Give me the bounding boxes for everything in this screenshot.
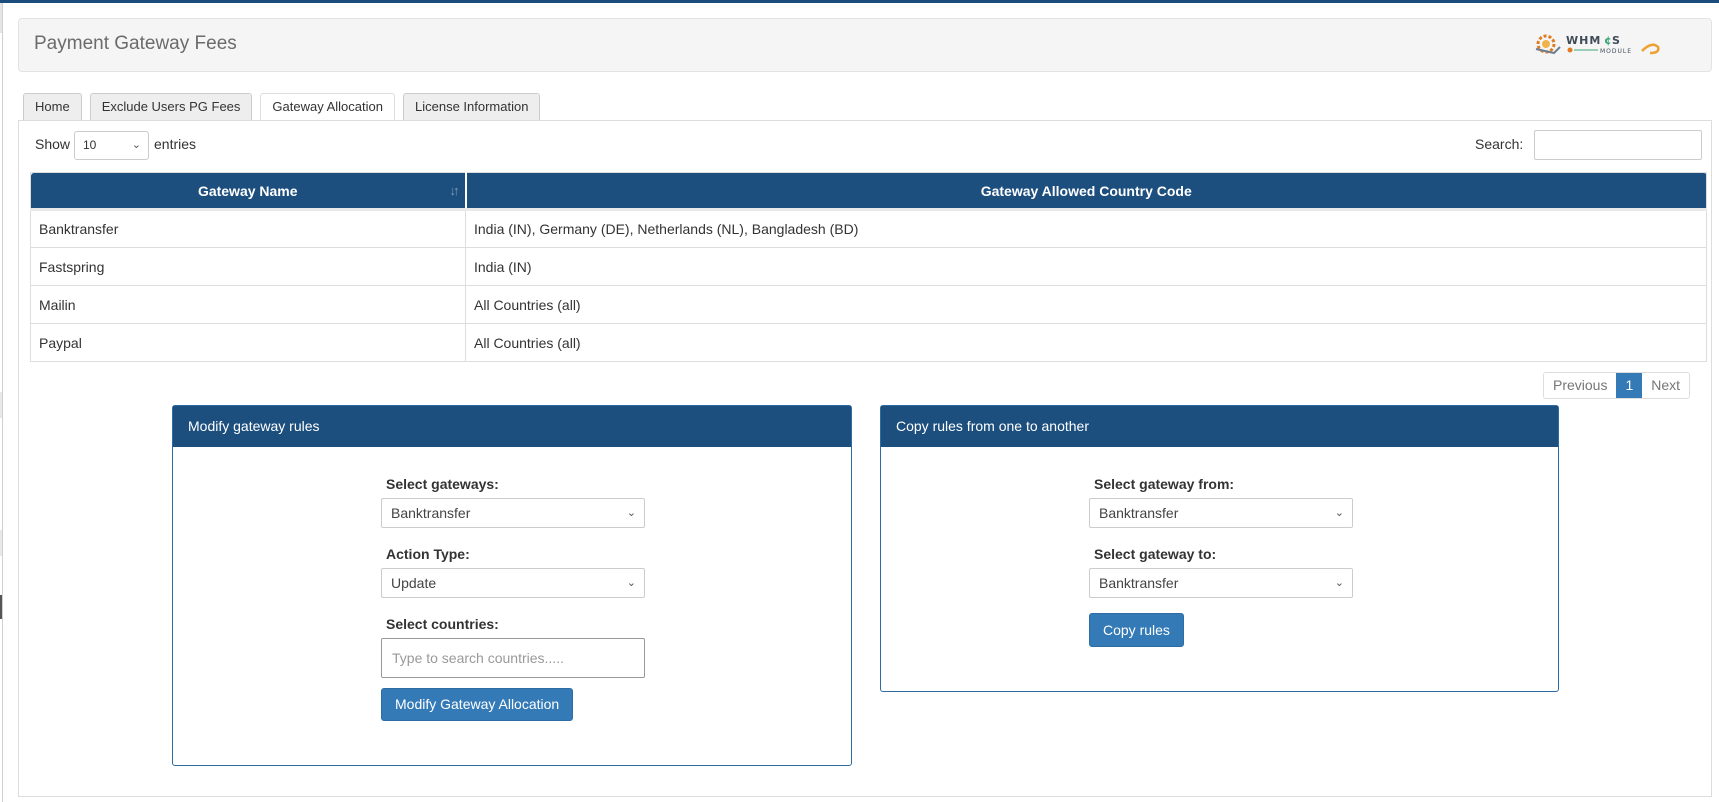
tab-exclude-users-pg-fees[interactable]: Exclude Users PG Fees bbox=[89, 93, 253, 120]
select-gateways-dropdown[interactable]: Banktransfer ⌄ bbox=[381, 498, 645, 528]
action-type-dropdown[interactable]: Update ⌄ bbox=[381, 568, 645, 598]
gateway-from-dropdown[interactable]: Banktransfer ⌄ bbox=[1089, 498, 1353, 528]
page-1-button[interactable]: 1 bbox=[1616, 373, 1643, 398]
action-type-value: Update bbox=[391, 575, 437, 591]
modify-gateway-allocation-button[interactable]: Modify Gateway Allocation bbox=[381, 688, 574, 721]
whmcs-module-logo: WHM ¢ S MODULE bbox=[1535, 34, 1660, 55]
gateway-name-cell: Fastspring bbox=[30, 247, 466, 286]
column-header-country-code: Gateway Allowed Country Code bbox=[465, 172, 1707, 211]
select-countries-label: Select countries: bbox=[386, 616, 499, 632]
country-code-cell: India (IN) bbox=[465, 247, 1707, 286]
gateway-to-dropdown[interactable]: Banktransfer ⌄ bbox=[1089, 568, 1353, 598]
select-gateways-value: Banktransfer bbox=[391, 505, 471, 521]
sort-icon[interactable]: ↓↑ bbox=[450, 183, 460, 198]
country-code-cell: All Countries (all) bbox=[465, 323, 1707, 362]
svg-text:¢: ¢ bbox=[1604, 34, 1612, 47]
countries-search-placeholder: Type to search countries..... bbox=[392, 650, 564, 666]
column-header-gateway-name[interactable]: Gateway Name ↓↑ bbox=[30, 172, 467, 211]
country-code-cell: All Countries (all) bbox=[465, 285, 1707, 324]
search-input[interactable] bbox=[1534, 130, 1702, 160]
modify-gateway-rules-card: Modify gateway rules Select gateways: Ba… bbox=[172, 405, 852, 766]
gateway-from-label: Select gateway from: bbox=[1094, 476, 1235, 492]
page-header: Payment Gateway Fees WHM ¢ S MODULE bbox=[18, 18, 1712, 72]
card-title: Copy rules from one to another bbox=[881, 406, 1558, 447]
chevron-down-icon: ⌄ bbox=[1334, 577, 1344, 589]
table-row: Fastspring India (IN) bbox=[30, 247, 1707, 286]
chevron-down-icon: ⌄ bbox=[1334, 507, 1344, 519]
entries-per-page-select[interactable]: 10 ⌄ bbox=[74, 131, 149, 160]
entries-value: 10 bbox=[83, 138, 97, 152]
chevron-down-icon: ⌄ bbox=[626, 577, 636, 589]
gateway-name-cell: Mailin bbox=[30, 285, 466, 324]
entries-label: entries bbox=[154, 136, 197, 152]
gateway-to-label: Select gateway to: bbox=[1094, 546, 1217, 562]
copy-rules-card: Copy rules from one to another Select ga… bbox=[880, 405, 1559, 692]
svg-text:WHM: WHM bbox=[1566, 34, 1601, 47]
search-label: Search: bbox=[1475, 136, 1524, 152]
svg-text:MODULE: MODULE bbox=[1600, 48, 1632, 55]
svg-text:S: S bbox=[1612, 34, 1620, 47]
table-row: Mailin All Countries (all) bbox=[30, 285, 1707, 324]
tab-gateway-allocation[interactable]: Gateway Allocation bbox=[260, 93, 395, 121]
left-edge-mark bbox=[0, 530, 2, 556]
column-header-label: Gateway Name bbox=[197, 182, 298, 199]
country-code-cell: India (IN), Germany (DE), Netherlands (N… bbox=[465, 209, 1707, 248]
next-page-button[interactable]: Next bbox=[1642, 373, 1690, 398]
left-edge-border bbox=[2, 3, 3, 802]
top-accent-bar bbox=[0, 0, 1719, 3]
page-title: Payment Gateway Fees bbox=[34, 33, 237, 54]
gateway-from-value: Banktransfer bbox=[1099, 505, 1179, 521]
pagination: Previous 1 Next bbox=[1543, 372, 1691, 399]
action-type-label: Action Type: bbox=[386, 546, 470, 562]
show-label: Show bbox=[35, 136, 71, 152]
select-gateways-label: Select gateways: bbox=[386, 476, 499, 492]
tab-home[interactable]: Home bbox=[23, 93, 82, 120]
gateway-to-value: Banktransfer bbox=[1099, 575, 1179, 591]
scrollbar-thumb[interactable] bbox=[0, 595, 2, 619]
countries-search-input[interactable]: Type to search countries..... bbox=[381, 638, 645, 678]
gateway-name-cell: Banktransfer bbox=[30, 209, 466, 248]
card-title: Modify gateway rules bbox=[173, 406, 851, 447]
gateway-name-cell: Paypal bbox=[30, 323, 466, 362]
previous-page-button[interactable]: Previous bbox=[1544, 373, 1617, 398]
gateway-table: Gateway Name ↓↑ Gateway Allowed Country … bbox=[30, 172, 1707, 362]
copy-rules-button[interactable]: Copy rules bbox=[1089, 613, 1184, 647]
chevron-down-icon: ⌄ bbox=[626, 507, 636, 519]
left-edge-mark bbox=[0, 392, 2, 418]
column-header-label: Gateway Allowed Country Code bbox=[980, 182, 1192, 199]
tab-bar: Home Exclude Users PG Fees Gateway Alloc… bbox=[23, 93, 548, 121]
tab-license-information[interactable]: License Information bbox=[402, 93, 541, 120]
gateway-allocation-panel: Show 10 ⌄ entries Search: Gateway Name ↓… bbox=[18, 120, 1712, 797]
table-row: Banktransfer India (IN), Germany (DE), N… bbox=[30, 209, 1707, 248]
chevron-down-icon: ⌄ bbox=[131, 139, 141, 151]
table-row: Paypal All Countries (all) bbox=[30, 323, 1707, 362]
